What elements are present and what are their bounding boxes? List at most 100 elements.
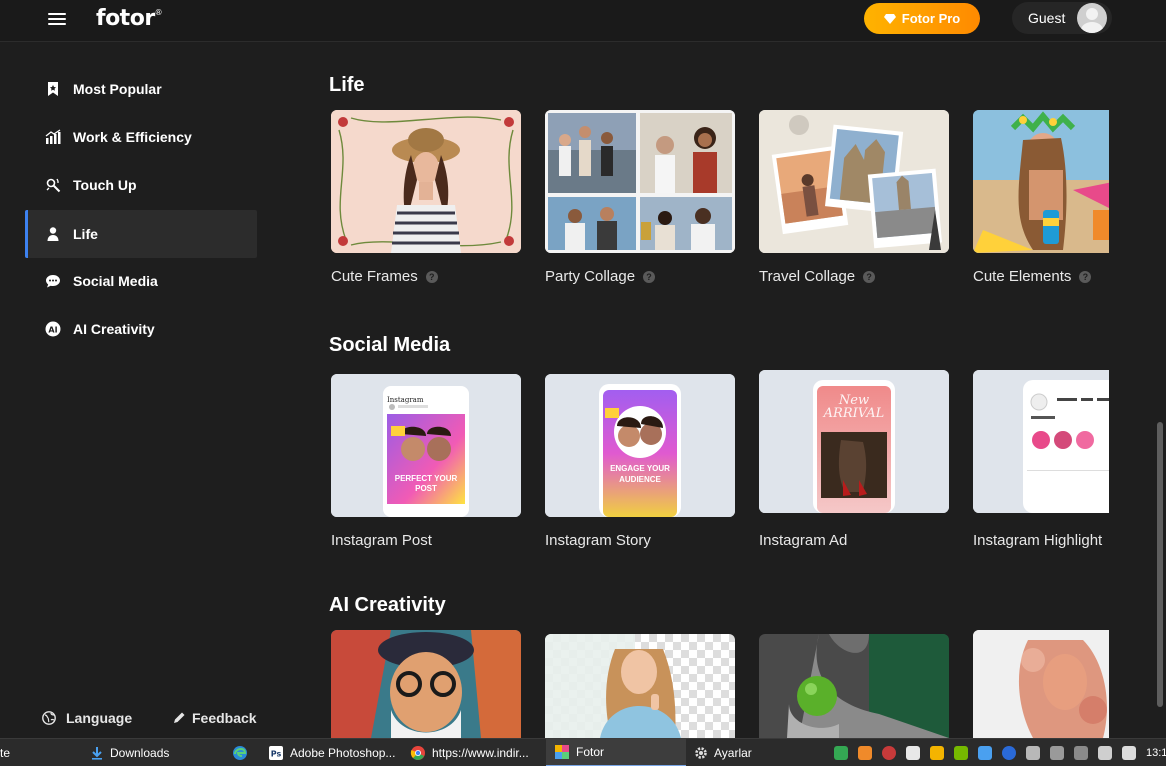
guest-account-button[interactable]: Guest <box>1012 2 1112 34</box>
card-title: Cute Frames <box>331 268 418 285</box>
display-tray-icon[interactable] <box>1026 746 1040 760</box>
creative-cloud-tray-icon[interactable] <box>882 746 896 760</box>
help-icon[interactable]: ? <box>1079 270 1092 283</box>
ai-colorize-thumbnail <box>759 634 949 738</box>
taskbar-item-edge[interactable] <box>232 739 254 766</box>
life-row-overflow: Cute Elements? <box>973 110 1109 290</box>
party-collage-thumbnail <box>545 110 735 253</box>
windows-taskbar: te Downloads Ps Adobe Photoshop... https… <box>0 738 1166 766</box>
template-card-party-collage[interactable]: Party Collage? <box>545 110 735 285</box>
template-card-instagram-post[interactable]: Instagram PERFECT YOUR POST Instagram Po… <box>331 374 521 549</box>
keyboard-tray-icon[interactable] <box>1050 746 1064 760</box>
card-label: Cute Frames? <box>331 268 521 285</box>
card-title: Instagram Story <box>545 532 651 549</box>
card-label: Instagram Story <box>545 532 735 549</box>
guest-label: Guest <box>1028 10 1066 26</box>
template-card-travel-collage[interactable]: Travel Collage? <box>759 110 949 285</box>
folder-tray-icon[interactable] <box>930 746 944 760</box>
card-label: Party Collage? <box>545 268 735 285</box>
clock-time: 13:1 <box>1146 747 1166 759</box>
vertical-scrollbar[interactable] <box>1154 42 1166 738</box>
taskbar-item-fotor[interactable]: Fotor <box>546 739 686 766</box>
template-card-ai-background-remover[interactable] <box>545 634 735 738</box>
card-title: Instagram Post <box>331 532 432 549</box>
instagram-ad-thumbnail: New ARRIVAL <box>759 370 949 513</box>
sidebar-item-label: Life <box>73 226 98 242</box>
fotor-logo[interactable]: fotor® <box>96 6 163 31</box>
instagram-post-promo-text: PERFECT YOUR POST <box>394 474 458 493</box>
language-button[interactable]: Language <box>42 710 132 726</box>
gear-icon <box>695 747 707 759</box>
help-icon[interactable]: ? <box>863 270 876 283</box>
card-label: Instagram Post <box>331 532 521 549</box>
card-title: Instagram Ad <box>759 532 848 549</box>
feedback-label: Feedback <box>192 710 257 726</box>
ai-cartoon-thumbnail <box>331 630 521 738</box>
taskbar-item-partial[interactable]: te <box>0 739 40 766</box>
template-card-instagram-ad[interactable]: New ARRIVAL Instagram Ad <box>759 370 949 549</box>
svg-text:AI: AI <box>48 325 57 334</box>
instagram-brand-text: Instagram <box>387 396 424 404</box>
card-label: Travel Collage? <box>759 268 949 285</box>
wifi-icon[interactable] <box>1122 746 1136 760</box>
person-icon <box>47 227 59 241</box>
bluetooth-icon[interactable] <box>1002 746 1016 760</box>
download-arrow-icon <box>92 747 102 760</box>
help-icon[interactable]: ? <box>643 270 656 283</box>
taskbar-item-label: te <box>0 746 11 760</box>
google-drive-tray-icon[interactable] <box>834 746 848 760</box>
template-card-ai-art-effect[interactable] <box>973 630 1109 738</box>
sidebar-item-most-popular[interactable]: Most Popular <box>25 65 257 113</box>
help-icon[interactable]: ? <box>425 270 438 283</box>
template-card-ai-cartoon[interactable] <box>331 630 521 738</box>
travel-collage-thumbnail <box>759 110 949 253</box>
sidebar-item-label: Work & Efficiency <box>73 129 192 145</box>
taskbar-item-settings[interactable]: Ayarlar <box>694 739 814 766</box>
hamburger-menu-icon[interactable] <box>48 10 66 28</box>
section-title-life: Life <box>329 74 365 96</box>
shield-icon[interactable] <box>906 746 920 760</box>
nvidia-tray-icon[interactable] <box>954 746 968 760</box>
edge-icon <box>233 746 247 760</box>
network-tray-icon[interactable] <box>978 746 992 760</box>
photoshop-icon: Ps <box>269 746 283 760</box>
fotor-pro-button[interactable]: Fotor Pro <box>864 3 980 34</box>
template-card-cute-elements[interactable]: Cute Elements? <box>973 110 1109 285</box>
app-tray-icon[interactable] <box>858 746 872 760</box>
taskbar-item-label: Downloads <box>110 746 170 760</box>
diamond-icon <box>883 13 896 24</box>
taskbar-clock[interactable]: 13:1 <box>1146 739 1166 766</box>
template-card-ai-colorize[interactable] <box>759 634 949 738</box>
sidebar-item-life[interactable]: Life <box>25 210 257 258</box>
instagram-story-promo-text: ENGAGE YOUR AUDIENCE <box>610 464 670 484</box>
sidebar-item-ai-creativity[interactable]: AI AI Creativity <box>25 305 257 353</box>
card-label: Cute Elements? <box>973 268 1109 285</box>
sidebar-item-label: Most Popular <box>73 81 162 97</box>
instagram-story-thumbnail: ENGAGE YOUR AUDIENCE <box>545 374 735 517</box>
pencil-icon <box>174 712 185 723</box>
instagram-highlight-thumbnail <box>973 370 1109 513</box>
volume-icon[interactable] <box>1098 746 1112 760</box>
logo-registered-mark: ® <box>154 8 163 17</box>
taskbar-item-label: Adobe Photoshop... <box>290 746 396 760</box>
sidebar-item-social-media[interactable]: Social Media <box>25 257 257 305</box>
battery-icon[interactable] <box>1074 746 1088 760</box>
logo-text: fotor <box>96 6 155 31</box>
svg-text:Ps: Ps <box>271 750 282 759</box>
taskbar-item-downloads[interactable]: Downloads <box>90 739 220 766</box>
cute-elements-thumbnail <box>973 110 1109 253</box>
feedback-button[interactable]: Feedback <box>172 710 257 726</box>
sidebar-item-touch-up[interactable]: Touch Up <box>25 161 257 209</box>
scrollbar-thumb[interactable] <box>1157 422 1163 707</box>
sidebar-item-work-efficiency[interactable]: Work & Efficiency <box>25 113 257 161</box>
section-title-social-media: Social Media <box>329 334 451 356</box>
template-card-instagram-story[interactable]: ENGAGE YOUR AUDIENCE Instagram Story <box>545 374 735 549</box>
taskbar-item-photoshop[interactable]: Ps Adobe Photoshop... <box>268 739 402 766</box>
template-card-instagram-highlight[interactable]: Instagram Highlight <box>973 370 1109 549</box>
template-card-cute-frames[interactable]: Cute Frames? <box>331 110 521 285</box>
touch-up-icon <box>46 178 61 193</box>
taskbar-item-chrome[interactable]: https://www.indir... <box>410 739 544 766</box>
avatar <box>1077 3 1108 33</box>
card-label: Instagram Highlight <box>973 532 1109 549</box>
sidebar: Most Popular Work & Efficiency Touch Up … <box>0 42 280 738</box>
